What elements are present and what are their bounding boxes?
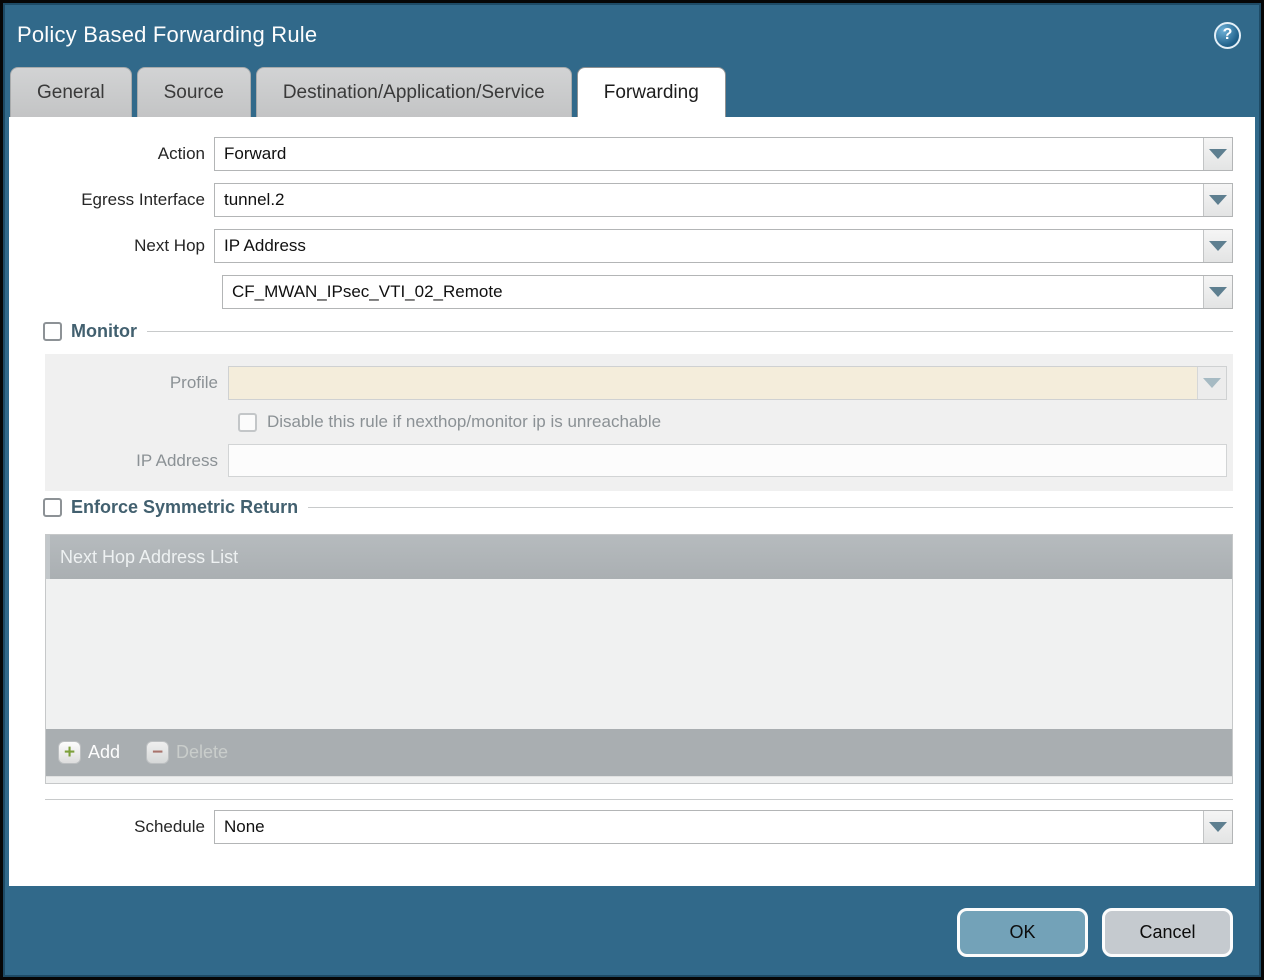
- next-hop-value: IP Address: [215, 230, 1203, 262]
- monitor-panel: Profile Disable this rule if nexthop/mon…: [45, 354, 1233, 491]
- next-hop-address-row: CF_MWAN_IPsec_VTI_02_Remote: [37, 275, 1233, 309]
- next-hop-address-value: CF_MWAN_IPsec_VTI_02_Remote: [223, 276, 1203, 308]
- chevron-down-icon: [1209, 149, 1227, 159]
- egress-interface-row: Egress Interface tunnel.2: [37, 183, 1233, 217]
- next-hop-address-list-header: Next Hop Address List: [46, 535, 1232, 579]
- add-button-label: Add: [88, 742, 120, 763]
- monitor-ip-address-input: [228, 444, 1227, 477]
- disable-rule-row: Disable this rule if nexthop/monitor ip …: [45, 412, 1227, 432]
- egress-interface-dropdown-button[interactable]: [1203, 184, 1232, 216]
- next-hop-address-list-header-label: Next Hop Address List: [60, 547, 238, 568]
- monitor-ip-address-row: IP Address: [45, 444, 1227, 477]
- next-hop-address-list-body: [46, 579, 1232, 729]
- next-hop-address-select[interactable]: CF_MWAN_IPsec_VTI_02_Remote: [222, 275, 1233, 309]
- add-button[interactable]: + Add: [58, 741, 120, 764]
- profile-row: Profile: [45, 366, 1227, 400]
- dialog-footer: OK Cancel: [3, 886, 1261, 978]
- policy-based-forwarding-dialog: Policy Based Forwarding Rule ? General S…: [0, 0, 1264, 980]
- minus-icon: −: [146, 741, 169, 764]
- dialog-title: Policy Based Forwarding Rule: [17, 22, 317, 48]
- tab-source[interactable]: Source: [137, 67, 251, 117]
- forwarding-tab-panel: Action Forward Egress Interface tunnel.2…: [9, 117, 1255, 886]
- action-row: Action Forward: [37, 137, 1233, 171]
- cancel-button[interactable]: Cancel: [1102, 908, 1233, 957]
- profile-dropdown-button: [1197, 367, 1226, 399]
- action-dropdown-button[interactable]: [1203, 138, 1232, 170]
- schedule-select[interactable]: None: [214, 810, 1233, 844]
- action-label: Action: [37, 144, 214, 164]
- chevron-down-icon: [1203, 378, 1221, 388]
- enforce-symmetric-return-legend: Enforce Symmetric Return: [43, 497, 308, 518]
- next-hop-label: Next Hop: [37, 236, 214, 256]
- table-bottom-strip: [46, 776, 1232, 783]
- profile-select-disabled: [228, 366, 1227, 400]
- next-hop-select[interactable]: IP Address: [214, 229, 1233, 263]
- delete-button-label: Delete: [176, 742, 228, 763]
- monitor-checkbox[interactable]: [43, 322, 62, 341]
- chevron-down-icon: [1209, 195, 1227, 205]
- tab-general[interactable]: General: [10, 67, 132, 117]
- tab-destination-application-service[interactable]: Destination/Application/Service: [256, 67, 572, 117]
- tabstrip: General Source Destination/Application/S…: [3, 67, 1261, 117]
- egress-interface-label: Egress Interface: [37, 190, 214, 210]
- egress-interface-select[interactable]: tunnel.2: [214, 183, 1233, 217]
- egress-interface-value: tunnel.2: [215, 184, 1203, 216]
- monitor-legend-label: Monitor: [71, 321, 137, 342]
- next-hop-dropdown-button[interactable]: [1203, 230, 1232, 262]
- dialog-titlebar: Policy Based Forwarding Rule ?: [3, 3, 1261, 67]
- delete-button: − Delete: [146, 741, 228, 764]
- enforce-symmetric-return-fieldset: Enforce Symmetric Return Next Hop Addres…: [45, 497, 1233, 800]
- schedule-value: None: [215, 811, 1203, 843]
- schedule-dropdown-button[interactable]: [1203, 811, 1232, 843]
- schedule-label: Schedule: [37, 817, 214, 837]
- monitor-ip-address-label: IP Address: [45, 451, 228, 471]
- disable-rule-label: Disable this rule if nexthop/monitor ip …: [267, 412, 661, 432]
- next-hop-address-list-table: Next Hop Address List + Add − Delete: [45, 534, 1233, 784]
- disable-rule-checkbox: [238, 413, 257, 432]
- action-select[interactable]: Forward: [214, 137, 1233, 171]
- ok-button[interactable]: OK: [957, 908, 1088, 957]
- next-hop-row: Next Hop IP Address: [37, 229, 1233, 263]
- profile-value: [229, 367, 1197, 399]
- plus-icon: +: [58, 741, 81, 764]
- tab-forwarding[interactable]: Forwarding: [577, 67, 726, 117]
- help-icon[interactable]: ?: [1214, 22, 1241, 49]
- monitor-fieldset: Monitor Profile Disable this rule if nex…: [45, 321, 1233, 491]
- chevron-down-icon: [1209, 822, 1227, 832]
- enforce-symmetric-return-checkbox[interactable]: [43, 498, 62, 517]
- monitor-legend: Monitor: [43, 321, 147, 342]
- enforce-symmetric-return-legend-label: Enforce Symmetric Return: [71, 497, 298, 518]
- profile-label: Profile: [45, 373, 228, 393]
- chevron-down-icon: [1209, 287, 1227, 297]
- chevron-down-icon: [1209, 241, 1227, 251]
- action-value: Forward: [215, 138, 1203, 170]
- next-hop-address-list-toolbar: + Add − Delete: [46, 729, 1232, 776]
- schedule-row: Schedule None: [37, 810, 1233, 844]
- next-hop-address-dropdown-button[interactable]: [1203, 276, 1232, 308]
